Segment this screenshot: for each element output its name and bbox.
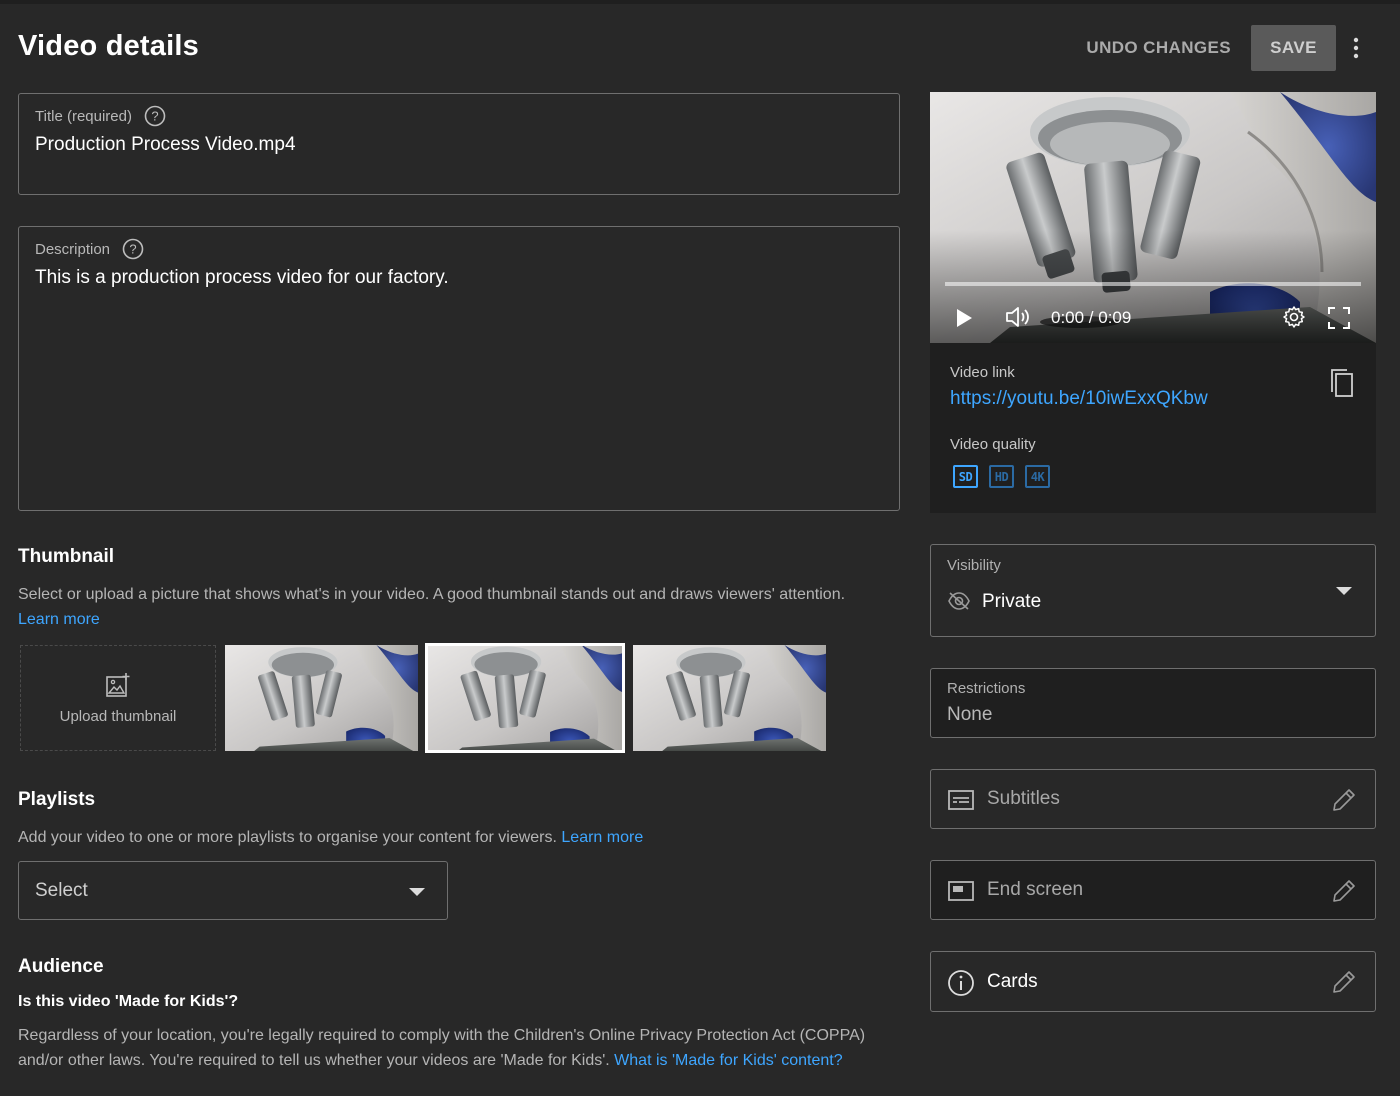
chevron-down-icon	[409, 888, 425, 896]
playlists-description: Add your video to one or more playlists …	[18, 825, 643, 850]
playlist-select-value: Select	[35, 880, 88, 901]
playlist-select[interactable]: Select	[18, 861, 448, 920]
help-circle-icon[interactable]: ?	[122, 238, 144, 260]
audience-text-line-2: and/or other laws. You're required to te…	[18, 1052, 610, 1069]
video-quality-badges: SD HD 4K	[953, 465, 1050, 488]
subtitles-row[interactable]: Subtitles	[930, 769, 1376, 829]
audience-text-line-1: Regardless of your location, you're lega…	[18, 1027, 866, 1044]
cards-row[interactable]: Cards	[930, 951, 1376, 1012]
restrictions-field: Restrictions None	[930, 668, 1376, 738]
subtitles-icon	[947, 789, 975, 816]
thumbnail-option-1[interactable]	[225, 645, 418, 751]
header-actions: UNDO CHANGES SAVE	[1066, 25, 1376, 71]
fullscreen-icon[interactable]	[1328, 307, 1350, 334]
undo-changes-button[interactable]: UNDO CHANGES	[1066, 26, 1251, 70]
visibility-value: Private	[982, 591, 1042, 612]
title-field-label: Title (required)	[35, 107, 132, 125]
description-field-label-row: Description ?	[35, 238, 144, 260]
more-options-button[interactable]	[1336, 25, 1376, 71]
playlists-description-text: Add your video to one or more playlists …	[18, 829, 557, 846]
upload-thumbnail-button[interactable]: Upload thumbnail	[20, 645, 216, 751]
visibility-dropdown[interactable]: Visibility Private	[930, 544, 1376, 637]
page-title: Video details	[18, 30, 199, 62]
thumbnail-description-text: Select or upload a picture that shows wh…	[18, 586, 846, 603]
end-screen-label: End screen	[987, 879, 1084, 900]
video-link-label: Video link	[950, 364, 1015, 381]
made-for-kids-info-link[interactable]: What is 'Made for Kids' content?	[614, 1052, 842, 1069]
video-progress-bar[interactable]	[945, 282, 1361, 286]
video-quality-label: Video quality	[950, 436, 1036, 453]
add-photo-icon	[106, 672, 130, 697]
more-vertical-icon	[1353, 37, 1359, 59]
description-input[interactable]: This is a production process video for o…	[35, 267, 449, 289]
copy-icon[interactable]	[1330, 368, 1354, 403]
playlists-learn-more-link[interactable]: Learn more	[561, 829, 643, 846]
svg-text:?: ?	[129, 242, 136, 257]
volume-icon[interactable]	[1004, 305, 1032, 334]
help-circle-icon[interactable]: ?	[144, 105, 166, 127]
upload-thumbnail-label: Upload thumbnail	[59, 707, 177, 725]
made-for-kids-question: Is this video 'Made for Kids'?	[18, 993, 239, 1010]
cards-label: Cards	[987, 971, 1038, 992]
pencil-icon[interactable]	[1331, 787, 1357, 818]
thumbnail-option-2-selected[interactable]	[425, 643, 625, 753]
playlists-heading: Playlists	[18, 789, 96, 810]
video-link[interactable]: https://youtu.be/10iwExxQKbw	[950, 388, 1208, 410]
thumbnail-option-3[interactable]	[633, 645, 826, 751]
video-preview-card: 0:00 / 0:09 Video link https://youtu.be/…	[930, 92, 1376, 513]
restrictions-label: Restrictions	[947, 680, 1026, 697]
eye-off-icon	[947, 591, 971, 616]
end-screen-icon	[947, 880, 975, 907]
top-divider	[0, 0, 1400, 4]
svg-text:?: ?	[151, 109, 158, 124]
restrictions-value: None	[947, 704, 993, 725]
description-field-label: Description	[35, 240, 111, 258]
title-field-label-row: Title (required) ?	[35, 105, 166, 127]
title-field[interactable]: Title (required) ? Production Process Vi…	[18, 93, 900, 195]
info-icon	[947, 969, 975, 1002]
pencil-icon[interactable]	[1331, 878, 1357, 909]
quality-badge-4k: 4K	[1025, 465, 1050, 488]
visibility-label: Visibility	[947, 557, 1001, 574]
audience-heading: Audience	[18, 956, 104, 977]
quality-badge-sd: SD	[953, 465, 978, 488]
title-input[interactable]: Production Process Video.mp4	[35, 134, 296, 156]
pencil-icon[interactable]	[1331, 969, 1357, 1000]
video-player[interactable]: 0:00 / 0:09	[930, 92, 1376, 343]
end-screen-row[interactable]: End screen	[930, 860, 1376, 920]
video-frame	[930, 92, 1376, 343]
save-button[interactable]: SAVE	[1251, 25, 1336, 71]
description-field[interactable]: Description ? This is a production proce…	[18, 226, 900, 511]
quality-badge-hd: HD	[989, 465, 1014, 488]
audience-description: Regardless of your location, you're lega…	[18, 1023, 908, 1073]
thumbnail-heading: Thumbnail	[18, 546, 115, 567]
gear-icon[interactable]	[1282, 305, 1306, 334]
thumbnail-description: Select or upload a picture that shows wh…	[18, 582, 898, 632]
thumbnail-learn-more-link[interactable]: Learn more	[18, 611, 100, 628]
chevron-down-icon	[1336, 587, 1352, 595]
play-icon[interactable]	[955, 308, 973, 333]
subtitles-label: Subtitles	[987, 788, 1060, 809]
video-time: 0:00 / 0:09	[1051, 308, 1132, 327]
